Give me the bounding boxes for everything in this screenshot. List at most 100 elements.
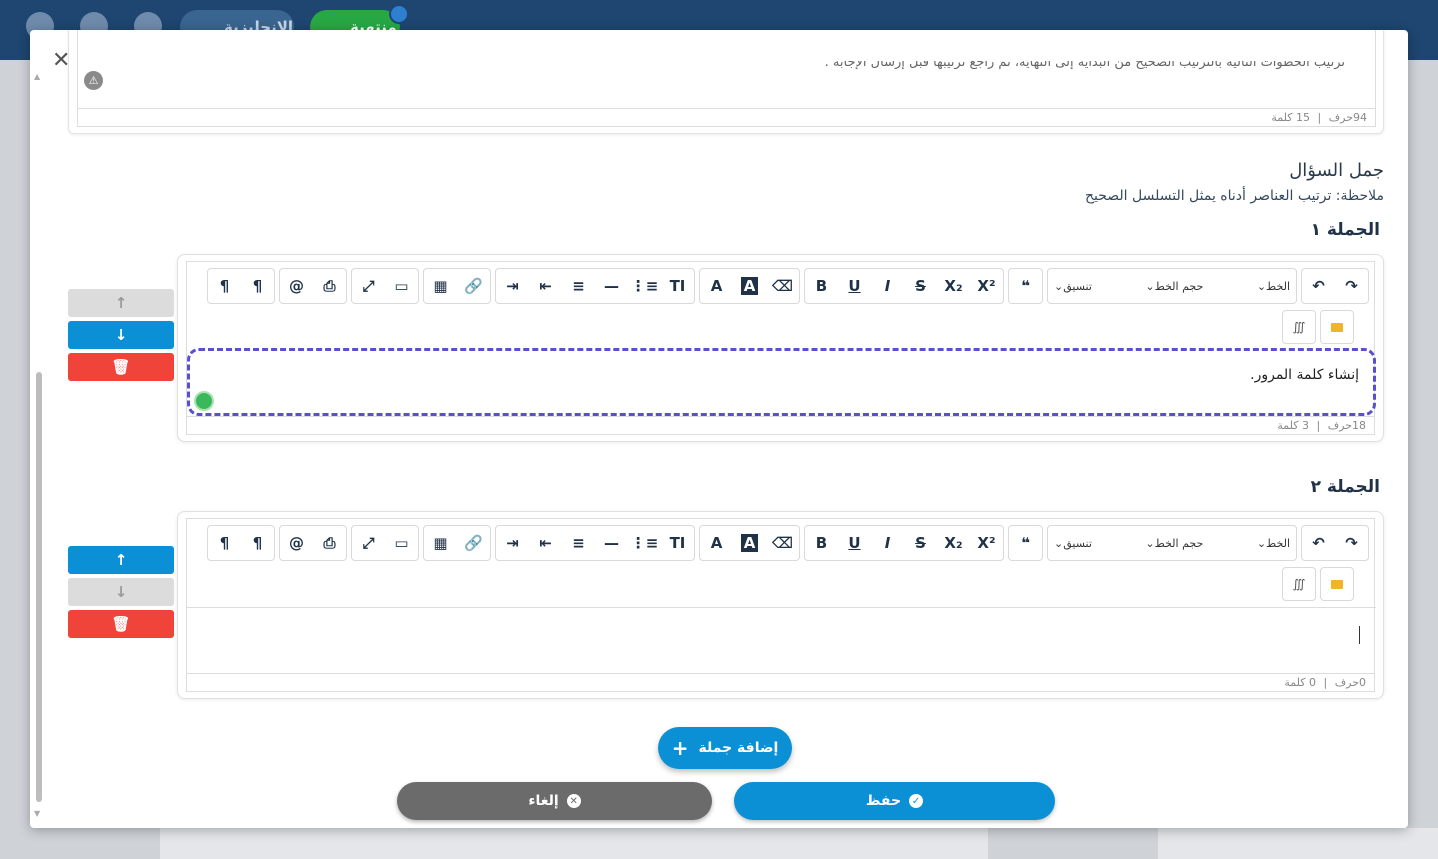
strikethrough-icon[interactable]: S [904, 526, 937, 560]
format-select[interactable]: تنسيق ⌄ [1048, 269, 1098, 303]
link-icon[interactable]: 🔗 [457, 526, 490, 560]
font-color-icon[interactable]: A [700, 269, 733, 303]
save-button[interactable]: ✓ حفظ [734, 782, 1055, 820]
ltr-icon[interactable]: ¶ [208, 269, 241, 303]
outdent-icon[interactable]: ⇤ [529, 269, 562, 303]
underline-icon[interactable]: U [838, 269, 871, 303]
font-size-select[interactable]: حجم الخط ⌄ [1139, 269, 1209, 303]
scroll-up-icon[interactable]: ▲ [34, 72, 40, 81]
special-chars-icon[interactable]: ∭ [1282, 567, 1316, 601]
warning-icon[interactable]: ⚠ [84, 71, 103, 90]
add-sentence-label: إضافة جملة [698, 740, 779, 756]
undo-icon[interactable]: ↶ [1302, 526, 1335, 560]
print-icon[interactable]: ⎙ [313, 526, 346, 560]
fullscreen-icon[interactable]: ⤢ [352, 269, 385, 303]
move-up-button[interactable]: ↑ [68, 289, 174, 317]
template-icon[interactable]: ▭ [385, 526, 418, 560]
highlight-icon[interactable]: A [733, 526, 766, 560]
link-icon[interactable]: 🔗 [457, 269, 490, 303]
template-icon[interactable]: ▭ [385, 269, 418, 303]
question-text-editor: ترتيب الخطوات التالية بالترتيب الصحيح من… [68, 30, 1384, 134]
rtl-icon[interactable]: ¶ [241, 269, 274, 303]
font-size-select[interactable]: حجم الخط ⌄ [1139, 526, 1209, 560]
subscript-icon[interactable]: X₂ [937, 526, 970, 560]
fullscreen-icon[interactable]: ⤢ [352, 526, 385, 560]
eraser-icon[interactable]: ⌫ [766, 269, 799, 303]
scroll-down-icon[interactable]: ▼ [34, 809, 40, 818]
format-select[interactable]: تنسيق ⌄ [1048, 526, 1098, 560]
horizontal-line-icon[interactable]: — [595, 526, 628, 560]
horizontal-line-icon[interactable]: — [595, 269, 628, 303]
font-size-select-label: حجم الخط [1154, 536, 1204, 550]
table-icon[interactable]: ▦ [424, 269, 457, 303]
toolbar-group-color: A A ⌫ [699, 268, 800, 304]
ordered-list-icon[interactable]: ⋮≡ [628, 269, 661, 303]
toolbar-group-view: ⤢ ▭ [351, 268, 419, 304]
add-sentence-button[interactable]: إضافة جملة + [658, 727, 792, 769]
italic-icon[interactable]: I [871, 269, 904, 303]
redo-icon[interactable]: ↷ [1335, 269, 1368, 303]
quote-icon[interactable]: ❝ [1009, 526, 1042, 560]
mention-icon[interactable]: @ [280, 269, 313, 303]
sentence-1-label: الجملة ١ [1310, 220, 1380, 240]
sentence-1-text: إنشاء كلمة المرور. [1250, 367, 1359, 383]
move-down-button[interactable]: ↓ [68, 578, 174, 606]
ltr-icon[interactable]: ¶ [208, 526, 241, 560]
table-icon[interactable]: ▦ [424, 526, 457, 560]
indent-icon[interactable]: ⇥ [496, 526, 529, 560]
trash-icon: 🗑 [111, 615, 131, 633]
ordered-list-icon[interactable]: ⋮≡ [628, 526, 661, 560]
font-select[interactable]: الخط ⌄ [1251, 526, 1296, 560]
scrollbar[interactable]: ▲ ▼ [34, 72, 43, 818]
print-icon[interactable]: ⎙ [313, 269, 346, 303]
folder-icon[interactable] [1320, 310, 1354, 344]
delete-button[interactable]: 🗑 [68, 610, 174, 638]
underline-icon[interactable]: U [838, 526, 871, 560]
text-size-icon[interactable]: TI [661, 269, 694, 303]
font-select[interactable]: الخط ⌄ [1251, 269, 1296, 303]
strikethrough-icon[interactable]: S [904, 269, 937, 303]
folder-icon[interactable] [1320, 567, 1354, 601]
highlight-icon[interactable]: A [733, 269, 766, 303]
bold-icon[interactable]: B [805, 269, 838, 303]
ai-assistant-icon[interactable] [194, 391, 214, 411]
mention-icon[interactable]: @ [280, 526, 313, 560]
editor-toolbar-row-2: ∭ [1282, 310, 1354, 346]
arrow-up-icon: ↑ [114, 551, 128, 569]
char-count-row: 18حرف | 3 كلمة [187, 416, 1374, 434]
sentence-1-content[interactable]: إنشاء كلمة المرور. [187, 348, 1376, 416]
toolbar-group-quote: ❝ [1008, 268, 1043, 304]
arrow-down-icon: ↓ [114, 583, 128, 601]
char-count: 94حرف [1328, 111, 1367, 124]
undo-icon[interactable]: ↶ [1302, 269, 1335, 303]
quote-icon[interactable]: ❝ [1009, 269, 1042, 303]
superscript-icon[interactable]: X² [970, 526, 1003, 560]
arrow-down-icon: ↓ [114, 326, 128, 344]
italic-icon[interactable]: I [871, 526, 904, 560]
font-select-label: الخط [1266, 279, 1290, 293]
align-icon[interactable]: ≡ [562, 526, 595, 560]
redo-icon[interactable]: ↷ [1335, 526, 1368, 560]
subscript-icon[interactable]: X₂ [937, 269, 970, 303]
rtl-icon[interactable]: ¶ [241, 526, 274, 560]
text-size-icon[interactable]: TI [661, 526, 694, 560]
count-separator: | [1323, 676, 1328, 689]
cancel-button[interactable]: ✕ إلغاء [397, 782, 712, 820]
indent-icon[interactable]: ⇥ [496, 269, 529, 303]
align-icon[interactable]: ≡ [562, 269, 595, 303]
scroll-thumb[interactable] [36, 372, 42, 802]
delete-button[interactable]: 🗑 [68, 353, 174, 381]
arrow-up-icon: ↑ [114, 294, 128, 312]
special-chars-icon[interactable]: ∭ [1282, 310, 1316, 344]
bold-icon[interactable]: B [805, 526, 838, 560]
outdent-icon[interactable]: ⇤ [529, 526, 562, 560]
section-title: جمل السؤال [1289, 160, 1384, 181]
superscript-icon[interactable]: X² [970, 269, 1003, 303]
font-color-icon[interactable]: A [700, 526, 733, 560]
sentence-2-content[interactable] [187, 607, 1376, 673]
move-up-button[interactable]: ↑ [68, 546, 174, 574]
char-count: 0حرف [1334, 676, 1366, 689]
question-text-area[interactable]: ترتيب الخطوات التالية بالترتيب الصحيح من… [77, 30, 1376, 127]
move-down-button[interactable]: ↓ [68, 321, 174, 349]
eraser-icon[interactable]: ⌫ [766, 526, 799, 560]
